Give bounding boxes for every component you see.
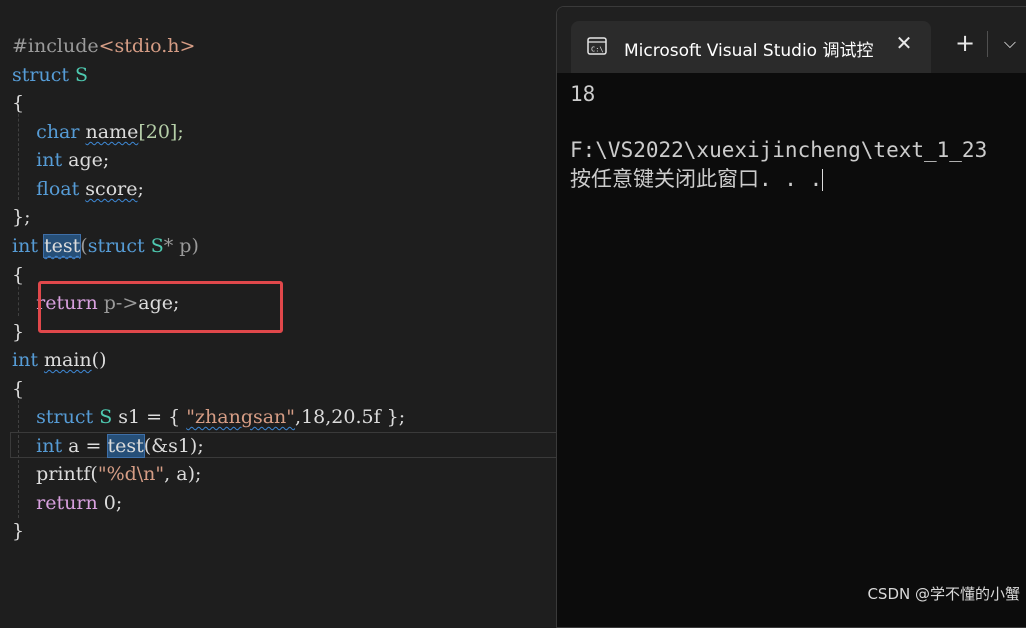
paren: () <box>91 349 107 371</box>
return-type: int <box>12 349 38 371</box>
console-tab[interactable]: C:\ Microsoft Visual Studio 调试控 ✕ <box>571 21 931 73</box>
semicolon: ; <box>102 149 110 171</box>
assign: = <box>79 435 108 457</box>
array-size: [20]; <box>138 121 184 143</box>
type-keyword: float <box>36 178 80 200</box>
code-line-1[interactable]: #include<stdio.h> <box>12 32 195 60</box>
code-line-6[interactable]: float score; <box>12 175 144 203</box>
terminal-icon: C:\ <box>587 37 607 55</box>
string-literal: "zhangsan" <box>186 406 296 428</box>
keyword: struct <box>36 406 94 428</box>
function-call-printf[interactable]: printf <box>36 463 90 485</box>
code-line-11[interactable]: } <box>12 318 24 346</box>
code-line-8[interactable]: int test(struct S* p) <box>12 232 199 260</box>
paren: ( <box>90 463 98 485</box>
type-keyword: int <box>36 149 63 171</box>
brace: } <box>12 321 25 343</box>
keyword: struct <box>87 235 145 257</box>
variable-name: a <box>68 435 80 457</box>
code-editor[interactable]: #include<stdio.h> struct S { char name[2… <box>0 0 558 612</box>
text-cursor <box>822 169 824 191</box>
brace: } <box>12 520 25 542</box>
include-directive: #include <box>12 35 99 57</box>
initializer: = { <box>140 406 187 428</box>
initializer-end: }; <box>380 406 406 428</box>
variable-name: s1 <box>118 406 141 428</box>
paren: ) <box>191 235 199 257</box>
code-line-7[interactable]: }; <box>12 203 31 231</box>
console-tab-title: Microsoft Visual Studio 调试控 <box>624 41 874 61</box>
function-name-test[interactable]: test <box>42 234 82 258</box>
brace: { <box>12 264 25 286</box>
code-line-13[interactable]: { <box>12 375 24 403</box>
semicolon: ; <box>115 492 123 514</box>
return-value: 0 <box>97 492 116 514</box>
code-line-2[interactable]: struct S <box>12 61 88 89</box>
code-line-12[interactable]: int main() <box>12 346 107 374</box>
struct-name: S <box>75 64 89 86</box>
type-keyword: int <box>36 435 63 457</box>
code-line-15[interactable]: int a = test(&s1); <box>12 432 204 460</box>
paren: ( <box>80 235 88 257</box>
call-args: (&s1); <box>143 435 204 457</box>
code-line-3[interactable]: { <box>12 89 24 117</box>
field-name: age <box>68 149 103 171</box>
console-output-line: 18 <box>570 82 596 106</box>
format-string: "%d\n" <box>97 463 165 485</box>
semicolon: ; <box>137 178 144 200</box>
code-line-18[interactable]: } <box>12 517 24 545</box>
tab-dropdown-button[interactable]: ⌵ <box>993 29 1026 57</box>
function-call-test[interactable]: test <box>106 434 145 458</box>
titlebar-divider <box>987 31 988 57</box>
include-header: <stdio.h> <box>98 35 196 57</box>
keyword: struct <box>12 64 69 86</box>
return-keyword: return <box>36 492 98 514</box>
code-line-4[interactable]: char name[20]; <box>12 118 184 146</box>
function-name-main[interactable]: main <box>44 349 92 371</box>
console-window[interactable]: C:\ Microsoft Visual Studio 调试控 ✕ + ⌵ 18… <box>556 6 1026 628</box>
close-tab-button[interactable]: ✕ <box>891 29 917 57</box>
code-line-17[interactable]: return 0; <box>12 489 122 517</box>
new-tab-button[interactable]: + <box>947 29 983 57</box>
watermark: CSDN @学不懂的小蟹 <box>867 585 1020 603</box>
code-line-5[interactable]: int age; <box>12 146 109 174</box>
code-line-14[interactable]: struct S s1 = { "zhangsan",18,20.5f }; <box>12 403 405 431</box>
brace: }; <box>12 206 31 228</box>
console-titlebar: C:\ Microsoft Visual Studio 调试控 ✕ + ⌵ <box>557 7 1026 73</box>
type-keyword: char <box>36 121 80 143</box>
field-name: name <box>85 121 139 143</box>
struct-name: S <box>150 235 164 257</box>
code-line-16[interactable]: printf("%d\n", a); <box>12 460 201 488</box>
pointer-param: * p <box>163 235 192 257</box>
field-name: score <box>85 178 138 200</box>
call-args: , a); <box>164 463 202 485</box>
numeric-literals: ,18,20.5f <box>295 406 381 428</box>
brace: { <box>12 378 25 400</box>
annotation-highlight-box <box>38 281 283 333</box>
console-prompt-text: 按任意键关闭此窗口. . . <box>570 167 823 191</box>
console-output-line: F:\VS2022\xuexijincheng\text_1_23 <box>570 138 988 162</box>
brace: { <box>12 92 25 114</box>
console-output-line: 按任意键关闭此窗口. . . <box>570 165 824 193</box>
code-line-9[interactable]: { <box>12 261 24 289</box>
svg-text:C:\: C:\ <box>591 46 604 54</box>
struct-name: S <box>99 406 113 428</box>
return-type: int <box>12 235 38 257</box>
